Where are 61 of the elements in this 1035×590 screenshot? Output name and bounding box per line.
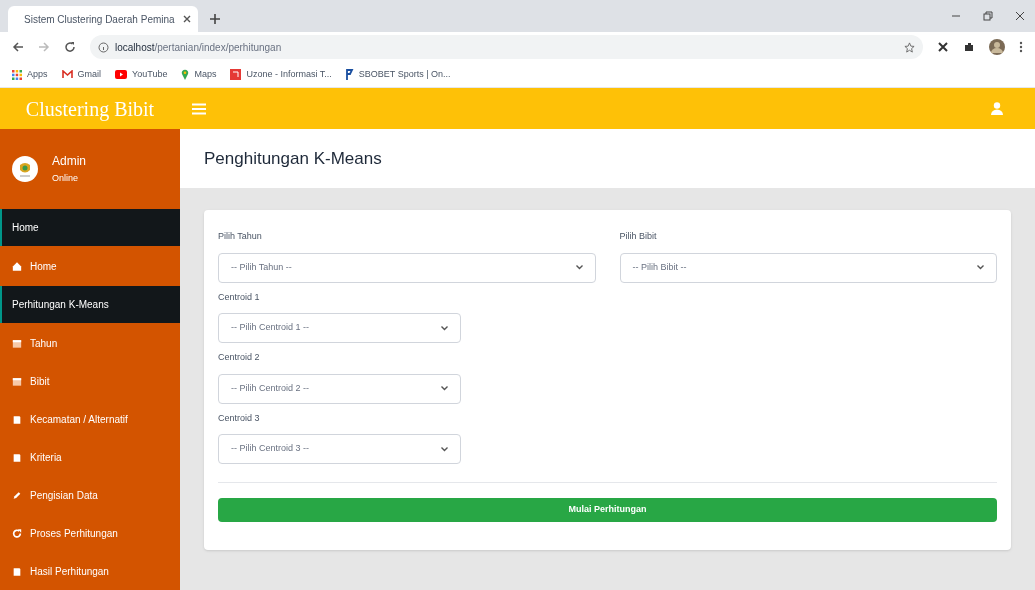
sidebar-link[interactable]: Tahun xyxy=(30,335,58,351)
field-label: Centroid 2 xyxy=(218,351,261,364)
sidebar-section-header: Perhitungan K-Means xyxy=(0,286,180,323)
user-logo-icon xyxy=(12,155,38,182)
field-label: Centroid 3 xyxy=(218,411,261,425)
back-icon[interactable] xyxy=(12,41,24,53)
new-tab-icon[interactable] xyxy=(210,14,220,24)
url-text: localhost/pertanian/index/perhitungan xyxy=(115,40,283,55)
start-calculation-button[interactable]: Mulai Perhitungan xyxy=(218,497,997,522)
play-icon xyxy=(115,70,128,79)
close-tab-icon[interactable] xyxy=(182,14,191,24)
page-title: Penghitungan K-Means xyxy=(204,147,382,170)
select-field[interactable]: -- Pilih Tahun -- xyxy=(218,252,596,283)
bookmark-link[interactable]: YouTube xyxy=(132,67,168,82)
chevron-down-icon xyxy=(441,386,448,391)
sidebar-link[interactable]: Kriteria xyxy=(30,449,62,465)
bookmark-link[interactable]: Maps xyxy=(194,67,217,82)
home-icon xyxy=(12,260,22,272)
select-field[interactable]: -- Pilih Centroid 3 -- xyxy=(218,434,461,464)
chevron-down-icon xyxy=(977,265,984,270)
chevron-down-icon xyxy=(441,446,448,452)
menu-icon[interactable] xyxy=(1019,41,1023,53)
field-label: Pilih Tahun xyxy=(218,230,263,243)
browser-tab[interactable]: Sistem Clustering Daerah Pemina xyxy=(8,6,198,32)
restore-icon[interactable] xyxy=(983,11,993,21)
sidebar-link[interactable]: Hasil Perhitungan xyxy=(30,563,109,579)
bookmark-link[interactable]: Apps xyxy=(27,67,48,82)
pencil-icon xyxy=(12,489,22,501)
field-label: Pilih Bibit xyxy=(619,230,658,243)
info-icon xyxy=(98,41,109,53)
user-status: Online xyxy=(52,171,79,185)
select-field[interactable]: -- Pilih Centroid 2 -- xyxy=(218,373,461,404)
calendar-icon xyxy=(12,375,22,387)
letter-mark-icon xyxy=(345,69,354,80)
address-bar[interactable]: localhost/pertanian/index/perhitungan xyxy=(90,35,923,59)
user-name: Admin xyxy=(52,152,86,170)
chevron-down-icon xyxy=(575,265,583,270)
bookmark-link[interactable]: Gmail xyxy=(77,67,102,82)
bookmark-link[interactable]: Uzone - Informasi T... xyxy=(246,67,332,82)
calendar-icon xyxy=(12,337,22,349)
refresh-icon xyxy=(12,527,22,539)
sidebar-link[interactable]: Home xyxy=(30,258,57,274)
close-icon[interactable] xyxy=(1015,11,1025,21)
apps-grid-icon xyxy=(12,69,22,80)
sidebar-link[interactable]: Proses Perhitungan xyxy=(30,525,118,541)
sidebar-link[interactable]: Pengisian Data xyxy=(30,487,98,503)
bookmark-link[interactable]: SBOBET Sports | On... xyxy=(358,67,451,82)
square-icon xyxy=(230,69,242,80)
select-field[interactable]: -- Pilih Bibit -- xyxy=(619,252,997,283)
reload-icon[interactable] xyxy=(64,41,76,53)
sidebar-section-header: Home xyxy=(0,209,180,246)
mail-icon xyxy=(61,70,73,79)
avatar-icon[interactable] xyxy=(989,39,1005,55)
sidebar-link[interactable]: Kecamatan / Alternatif xyxy=(30,411,128,427)
field-label: Centroid 1 xyxy=(218,290,261,304)
star-icon[interactable] xyxy=(904,41,915,53)
select-field[interactable]: -- Pilih Centroid 1 -- xyxy=(218,313,461,343)
sidebar-link[interactable]: Bibit xyxy=(30,373,50,389)
tab-title: Sistem Clustering Daerah Pemina xyxy=(24,12,175,27)
chevron-down-icon xyxy=(441,325,448,331)
map-pin-icon xyxy=(181,69,190,80)
